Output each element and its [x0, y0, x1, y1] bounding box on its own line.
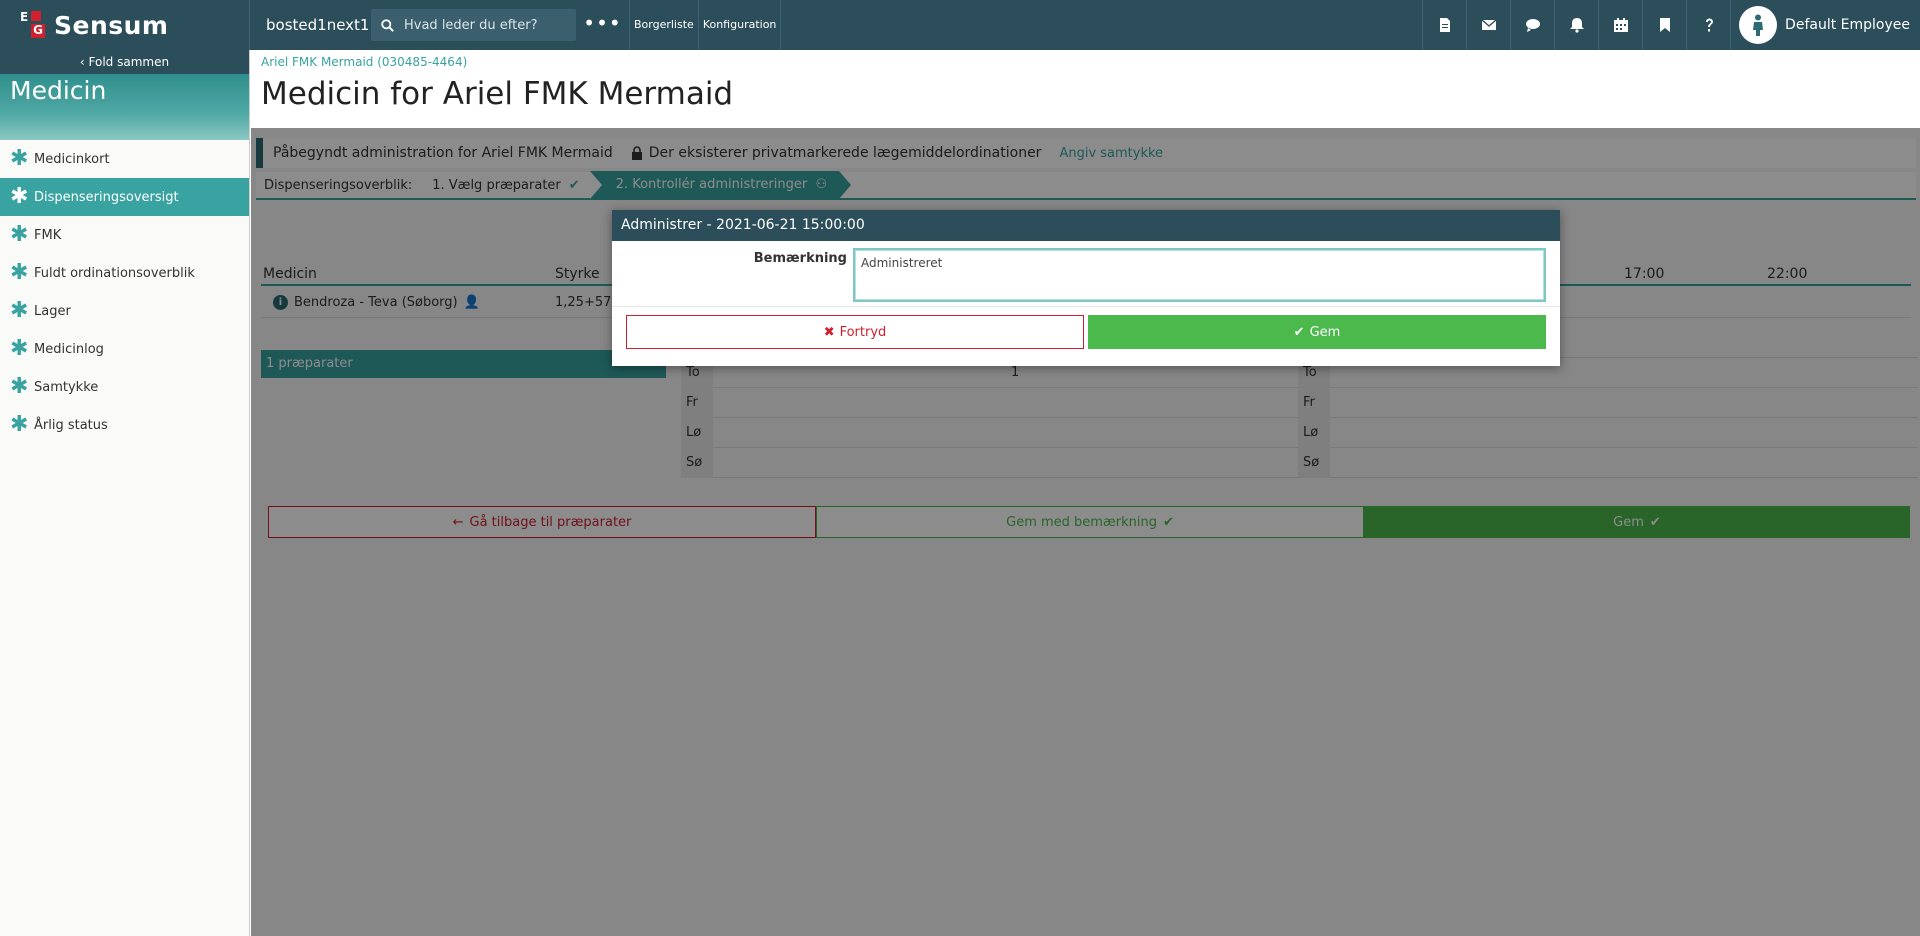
- more-menu-button[interactable]: •••: [576, 0, 630, 50]
- sidebar-item-aarlig-status[interactable]: ✱ Årlig status: [0, 406, 249, 444]
- dialog-footer: ✖ Fortryd ✔ Gem: [612, 307, 1560, 365]
- help-icon[interactable]: [1686, 0, 1730, 50]
- sidebar-item-label: FMK: [34, 227, 62, 243]
- person-icon: [1753, 14, 1764, 36]
- site-name[interactable]: bosted1next1: [266, 16, 371, 34]
- remark-label: Bemærkning: [753, 251, 847, 266]
- save-dialog-button[interactable]: ✔ Gem: [1088, 315, 1546, 349]
- user-name: Default Employee: [1785, 17, 1910, 33]
- avatar: [1739, 6, 1778, 44]
- nav-konfiguration[interactable]: Konfiguration: [699, 0, 782, 50]
- document-icon[interactable]: [1422, 0, 1466, 50]
- close-icon: ✖: [823, 324, 835, 340]
- search-icon: [381, 18, 394, 32]
- search-placeholder: Hvad leder du efter?: [404, 17, 538, 33]
- bookmark-icon[interactable]: [1642, 0, 1686, 50]
- save-dialog-label: Gem: [1309, 324, 1341, 340]
- sidebar-item-label: Årlig status: [34, 417, 108, 433]
- asterisk-icon: ✱: [10, 260, 29, 285]
- chat-icon[interactable]: [1510, 0, 1554, 50]
- asterisk-icon: ✱: [10, 184, 29, 209]
- remark-textarea[interactable]: Administreret: [853, 248, 1546, 302]
- chevron-left-icon: ‹: [79, 55, 89, 69]
- mail-icon[interactable]: [1466, 0, 1510, 50]
- eg-logo-icon: EG: [20, 11, 46, 39]
- sidebar-item-fmk[interactable]: ✱ FMK: [0, 216, 249, 254]
- cancel-label: Fortryd: [839, 324, 887, 340]
- user-menu[interactable]: Default Employee: [1730, 0, 1920, 50]
- asterisk-icon: ✱: [10, 412, 29, 437]
- sidebar-item-label: Dispenseringsoversigt: [34, 189, 179, 205]
- sidebar-item-medicinlog[interactable]: ✱ Medicinlog: [0, 330, 249, 368]
- sidebar: ‹ Fold sammen Medicin ✱ Medicinkort ✱ Disp…: [0, 50, 250, 936]
- asterisk-icon: ✱: [10, 374, 29, 399]
- calendar-icon[interactable]: [1598, 0, 1642, 50]
- sidebar-item-label: Medicinkort: [34, 151, 110, 167]
- sidebar-item-lager[interactable]: ✱ Lager: [0, 292, 249, 330]
- dialog-title: Administrer - 2021-06-21 15:00:00: [612, 210, 1560, 241]
- sidebar-item-label: Fuldt ordinationsoverblik: [34, 265, 195, 281]
- asterisk-icon: ✱: [10, 298, 29, 323]
- nav-borgerliste[interactable]: Borgerliste: [630, 0, 699, 50]
- sidebar-item-medicinkort[interactable]: ✱ Medicinkort: [0, 140, 249, 178]
- cancel-button[interactable]: ✖ Fortryd: [626, 315, 1084, 349]
- sidebar-item-dispenseringsoversigt[interactable]: ✱ Dispenseringsoversigt: [0, 178, 249, 216]
- asterisk-icon: ✱: [10, 146, 29, 171]
- asterisk-icon: ✱: [10, 222, 29, 247]
- sidebar-item-label: Lager: [34, 303, 71, 319]
- app-name: Sensum: [54, 10, 169, 40]
- topbar-actions: Default Employee: [1422, 0, 1920, 50]
- dialog-body: Bemærkning Administreret: [612, 241, 1560, 307]
- bell-icon[interactable]: [1554, 0, 1598, 50]
- fold-label: Fold sammen: [88, 55, 170, 69]
- sidebar-title: Medicin: [0, 74, 249, 140]
- page-title: Medicin for Ariel FMK Mermaid: [261, 76, 734, 112]
- sidebar-item-label: Samtykke: [34, 379, 99, 395]
- sidebar-item-samtykke[interactable]: ✱ Samtykke: [0, 368, 249, 406]
- search-box[interactable]: Hvad leder du efter?: [371, 9, 576, 41]
- top-bar: EG Sensum bosted1next1 Hvad leder du eft…: [0, 0, 1920, 50]
- asterisk-icon: ✱: [10, 336, 29, 361]
- app-logo[interactable]: EG Sensum: [0, 0, 250, 50]
- fold-sidebar-button[interactable]: ‹ Fold sammen: [0, 50, 249, 74]
- sidebar-item-fuldt-ordinationsoverblik[interactable]: ✱ Fuldt ordinationsoverblik: [0, 254, 249, 292]
- sidebar-item-label: Medicinlog: [34, 341, 104, 357]
- breadcrumb[interactable]: Ariel FMK Mermaid (030485-4464): [251, 50, 1920, 74]
- administer-dialog: Administrer - 2021-06-21 15:00:00 Bemærk…: [612, 210, 1560, 366]
- check-icon: ✔: [1293, 324, 1305, 340]
